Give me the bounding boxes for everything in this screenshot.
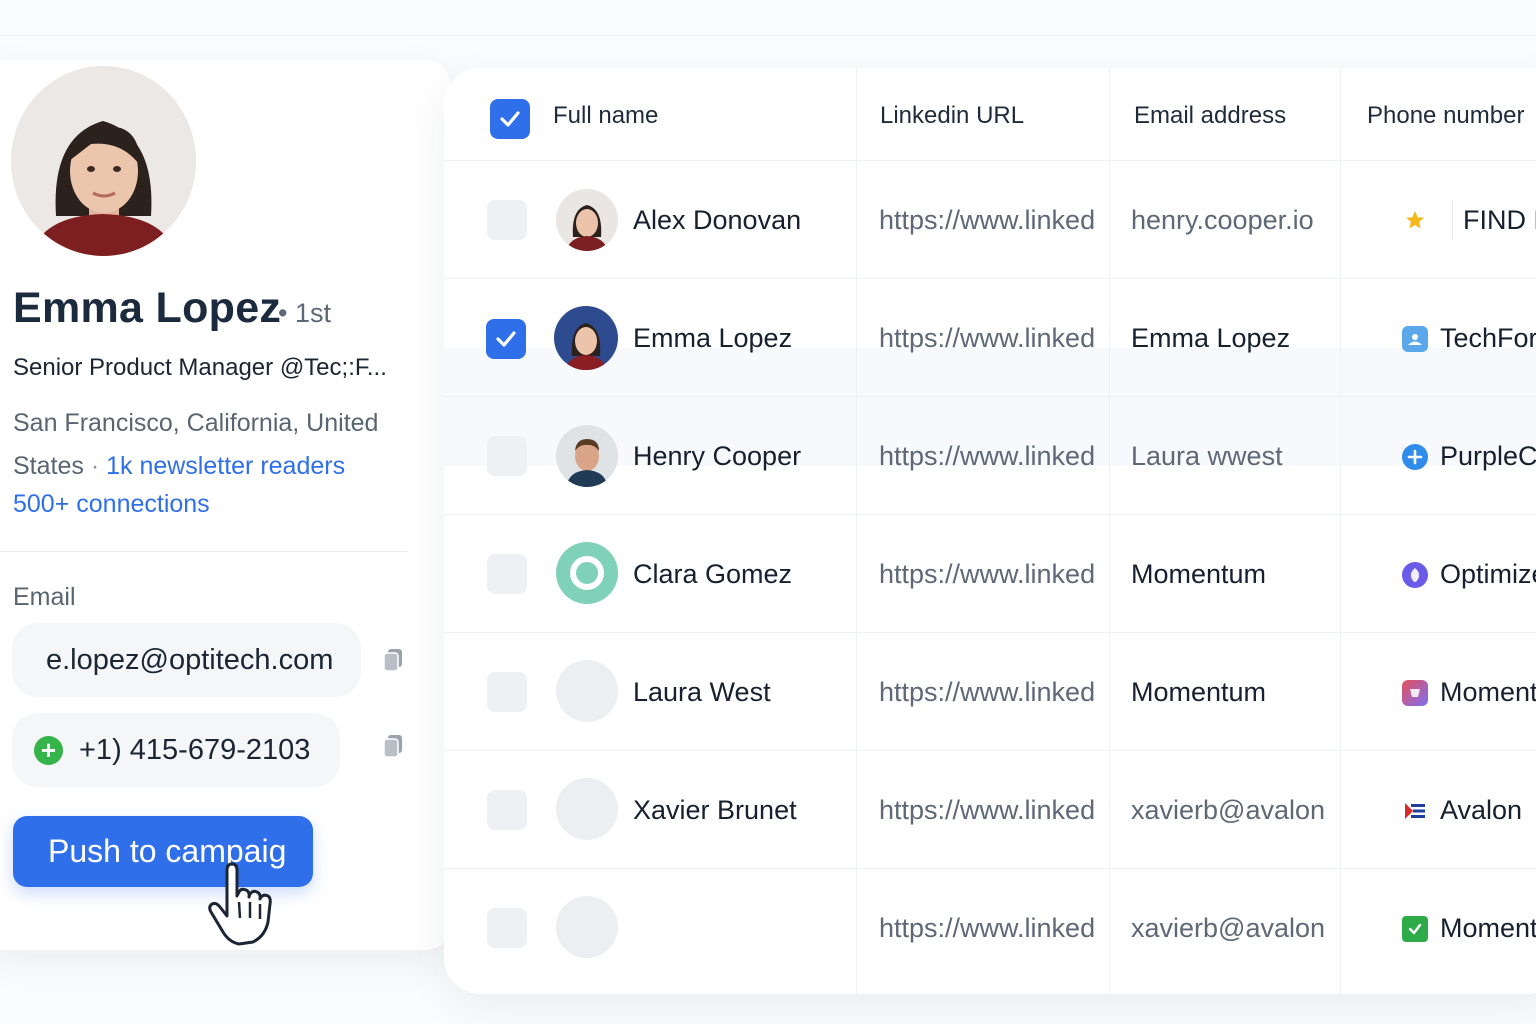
- profile-headline: Senior Product Manager @Tec;:F...: [13, 354, 387, 381]
- linkedin-url[interactable]: https://www.linked: [879, 677, 1107, 708]
- green-check-icon: [1402, 915, 1428, 942]
- profile-location-block: San Francisco, California, United States…: [13, 402, 393, 488]
- contact-avatar-placeholder: [556, 778, 618, 840]
- top-divider: [0, 35, 1536, 36]
- linkedin-url[interactable]: https://www.linked: [879, 205, 1107, 236]
- linkedin-url[interactable]: https://www.linked: [879, 441, 1107, 472]
- copy-phone-icon[interactable]: [381, 733, 405, 759]
- email-address: Momentum: [1131, 677, 1267, 707]
- contact-avatar-placeholder: [556, 896, 618, 958]
- newsletter-link[interactable]: 1k newsletter readers: [106, 452, 345, 480]
- row-checkbox[interactable]: [487, 908, 527, 948]
- contact-avatar: [556, 425, 618, 487]
- find-email-button[interactable]: FIND EMO: [1463, 205, 1536, 236]
- linkedin-url[interactable]: https://www.linked: [879, 913, 1107, 944]
- row-divider: [444, 160, 1536, 161]
- check-icon: [500, 111, 520, 127]
- company-cell: OptimizelO: [1402, 559, 1536, 590]
- row-checkbox[interactable]: [487, 554, 527, 594]
- company-name: OptimizelO: [1440, 559, 1536, 589]
- row-checkbox[interactable]: [487, 436, 527, 476]
- phone-field[interactable]: + +1) 415-679-2103: [12, 713, 340, 787]
- profile-avatar: [11, 66, 196, 256]
- company-cell: PurpleCo: [1402, 441, 1536, 472]
- header-linkedin-url[interactable]: Linkedin URL: [880, 102, 1024, 130]
- contact-name[interactable]: Clara Gomez: [633, 559, 792, 590]
- contact-avatar-placeholder: [556, 660, 618, 722]
- phone-cell: FIND EMO: [1402, 192, 1536, 248]
- profile-name: Emma Lopez: [13, 284, 282, 332]
- header-phone-number[interactable]: Phone number: [1367, 102, 1524, 130]
- row-divider: [444, 750, 1536, 751]
- row-divider: [444, 632, 1536, 633]
- row-checkbox[interactable]: [487, 672, 527, 712]
- row-checkbox-checked[interactable]: [486, 319, 526, 359]
- header-full-name[interactable]: Full name: [553, 102, 658, 130]
- gradient-logo-icon: [1402, 679, 1428, 706]
- contact-avatar: [556, 189, 618, 251]
- card-divider: [0, 551, 408, 552]
- contact-name[interactable]: Xavier Brunet: [633, 795, 797, 826]
- connection-degree: • 1st: [278, 298, 331, 328]
- row-divider: [444, 514, 1536, 515]
- image-icon: [1402, 325, 1428, 352]
- contact-avatar: [556, 542, 618, 604]
- company-cell: Momentum: [1402, 677, 1536, 708]
- row-divider: [444, 868, 1536, 869]
- flag-logo-icon: [1402, 798, 1428, 824]
- row-checkbox[interactable]: [487, 200, 527, 240]
- row-checkbox[interactable]: [487, 790, 527, 830]
- email-address: xavierb@avalon: [1131, 795, 1326, 825]
- star-icon: [1402, 207, 1428, 233]
- email-label: Email: [13, 583, 76, 611]
- linkedin-url[interactable]: https://www.linked: [879, 323, 1107, 354]
- contact-name[interactable]: Emma Lopez: [633, 323, 792, 354]
- location-separator: ·: [83, 452, 107, 480]
- header-email-address[interactable]: Email address: [1134, 102, 1286, 130]
- check-icon: [496, 331, 516, 347]
- hand-cursor-icon: [208, 862, 272, 946]
- email-field[interactable]: e.lopez@optitech.com: [12, 623, 361, 697]
- connections-link[interactable]: 500+ connections: [13, 490, 210, 519]
- plus-circle-icon: [1402, 443, 1428, 470]
- company-name: Momentum: [1440, 677, 1536, 707]
- select-all-checkbox[interactable]: [490, 99, 530, 139]
- contact-name[interactable]: Alex Donovan: [633, 205, 801, 236]
- copy-email-icon[interactable]: [381, 647, 405, 673]
- email-address: Emma Lopez: [1131, 323, 1291, 353]
- phone-value: +1) 415-679-2103: [79, 733, 311, 766]
- contact-name[interactable]: Laura West: [633, 677, 771, 708]
- company-cell: Avalon: [1402, 795, 1522, 826]
- email-value: e.lopez@optitech.com: [46, 643, 334, 676]
- company-cell: TechForwa: [1402, 323, 1536, 354]
- row-divider: [444, 278, 1536, 279]
- cell-divider: [1452, 200, 1453, 240]
- contacts-table: Full name Linkedin URL Email address Pho…: [444, 68, 1536, 994]
- email-address: henry.cooper.io: [1131, 205, 1314, 235]
- email-address: Laura wwest: [1131, 441, 1283, 471]
- linkedin-url[interactable]: https://www.linked: [879, 795, 1107, 826]
- contact-avatar: [554, 306, 618, 370]
- company-name: PurpleCo: [1440, 441, 1536, 471]
- row-divider: [444, 396, 1536, 397]
- company-name: Avalon: [1440, 795, 1523, 825]
- add-phone-icon[interactable]: +: [34, 735, 63, 765]
- company-cell: Momentum: [1402, 913, 1536, 944]
- company-name: Momentum: [1440, 913, 1536, 943]
- company-name: TechForwa: [1440, 323, 1536, 353]
- linkedin-url[interactable]: https://www.linked: [879, 559, 1107, 590]
- contact-name[interactable]: Henry Cooper: [633, 441, 801, 472]
- email-address: xavierb@avalon: [1131, 913, 1326, 943]
- purple-shield-icon: [1402, 561, 1428, 588]
- column-divider: [856, 68, 857, 994]
- column-divider: [1109, 68, 1110, 994]
- email-address: Momentum: [1131, 559, 1267, 589]
